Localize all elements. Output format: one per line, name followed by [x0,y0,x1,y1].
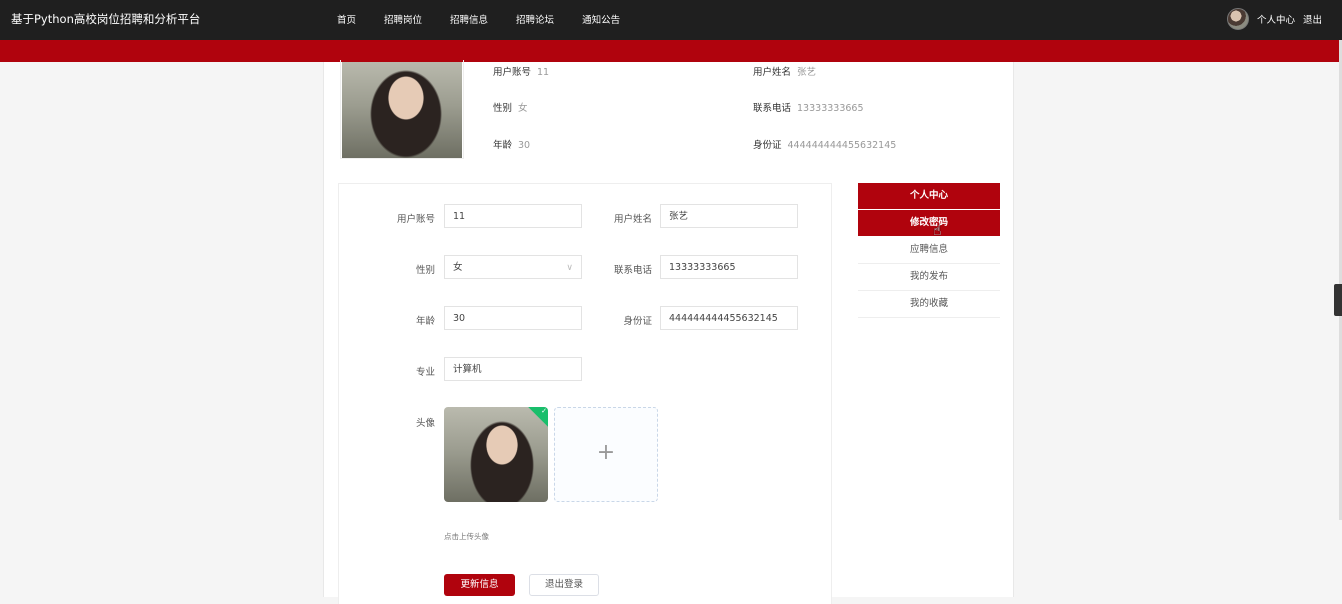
id-card-input[interactable]: 444444444455632145 [660,306,798,330]
profile-gender-value: 女 [518,103,528,114]
upload-hint: 点击上传头像 [444,532,489,541]
profile-edit-form: 用户账号 11 用户姓名 张艺 性别 女 ∨ 联系电话 13333333665 … [338,183,832,604]
form-age-label: 年龄 [415,316,435,327]
banner-strip [0,40,1342,62]
profile-age-label: 年龄 [493,140,513,151]
nav-home[interactable]: 首页 [337,12,356,26]
profile-gender: 性别女 [493,100,528,114]
chevron-down-icon: ∨ [566,263,573,273]
form-phone-label: 联系电话 [613,265,652,276]
form-avatar-label: 头像 [415,418,435,429]
profile-name: 用户姓名 张艺 [753,64,816,78]
main-nav: 首页 招聘岗位 招聘信息 招聘论坛 通知公告 [337,12,620,26]
profile-account-label: 用户账号 [493,67,532,78]
profile-id-label: 身份证 [753,140,782,151]
logout-button[interactable]: 退出登录 [529,574,599,596]
avatar-upload-box[interactable]: + [554,407,658,502]
form-gender-label: 性别 [415,265,435,276]
form-account-label: 用户账号 [396,214,435,225]
name-input[interactable]: 张艺 [660,204,798,228]
user-avatar[interactable] [1226,8,1249,30]
user-area: 个人中心 退出 [1226,8,1322,30]
age-input[interactable]: 30 [444,306,582,330]
user-side-menu: 个人中心 修改密码 应聘信息 我的发布 我的收藏 [858,183,1000,318]
menu-user-center[interactable]: 个人中心 [858,183,1000,210]
side-drawer-tab[interactable] [1334,284,1342,316]
check-icon: ✓ [541,407,547,415]
form-id-label: 身份证 [623,316,652,327]
menu-applications[interactable]: 应聘信息 [858,237,1000,264]
user-center-panel: 用户账号 11 用户姓名 张艺 性别女 联系电话 13333333665 年龄 30 身… [323,60,1014,604]
gender-select[interactable]: 女 ∨ [444,255,582,279]
form-major-label: 专业 [415,367,435,378]
profile-id: 身份证 444444444455632145 [753,137,896,151]
menu-my-favorites[interactable]: 我的收藏 [858,291,1000,318]
update-info-button[interactable]: 更新信息 [444,574,515,596]
nav-forum[interactable]: 招聘论坛 [516,12,554,26]
site-title[interactable]: 基于Python高校岗位招聘和分析平台 [11,11,200,27]
top-navigation-bar: 基于Python高校岗位招聘和分析平台 首页 招聘岗位 招聘信息 招聘论坛 通知… [0,0,1342,40]
profile-account-value: 11 [537,67,550,78]
account-input[interactable]: 11 [444,204,582,228]
form-name-label: 用户姓名 [613,214,652,225]
profile-phone-label: 联系电话 [753,103,792,114]
menu-change-password[interactable]: 修改密码 [858,210,1000,237]
profile-id-value: 444444444455632145 [787,140,897,151]
profile-age: 年龄 30 [493,137,530,151]
nav-job-positions[interactable]: 招聘岗位 [384,12,422,26]
user-center-link[interactable]: 个人中心 [1257,12,1295,26]
uploaded-avatar-image[interactable]: ✓ [444,407,548,502]
phone-input[interactable]: 13333333665 [660,255,798,279]
logout-link[interactable]: 退出 [1303,12,1322,26]
major-input[interactable]: 计算机 [444,357,582,381]
nav-announcements[interactable]: 通知公告 [582,12,620,26]
profile-phone-value: 13333333665 [797,103,864,114]
pointer-cursor-icon: ☝ [933,223,942,239]
profile-age-value: 30 [518,140,531,151]
gender-select-value: 女 [453,262,463,273]
profile-photo [342,62,462,158]
profile-name-label: 用户姓名 [753,67,792,78]
profile-name-value: 张艺 [797,67,817,78]
profile-gender-label: 性别 [493,103,513,114]
nav-job-info[interactable]: 招聘信息 [450,12,488,26]
profile-account: 用户账号 11 [493,64,549,78]
menu-my-posts[interactable]: 我的发布 [858,264,1000,291]
profile-phone: 联系电话 13333333665 [753,100,864,114]
